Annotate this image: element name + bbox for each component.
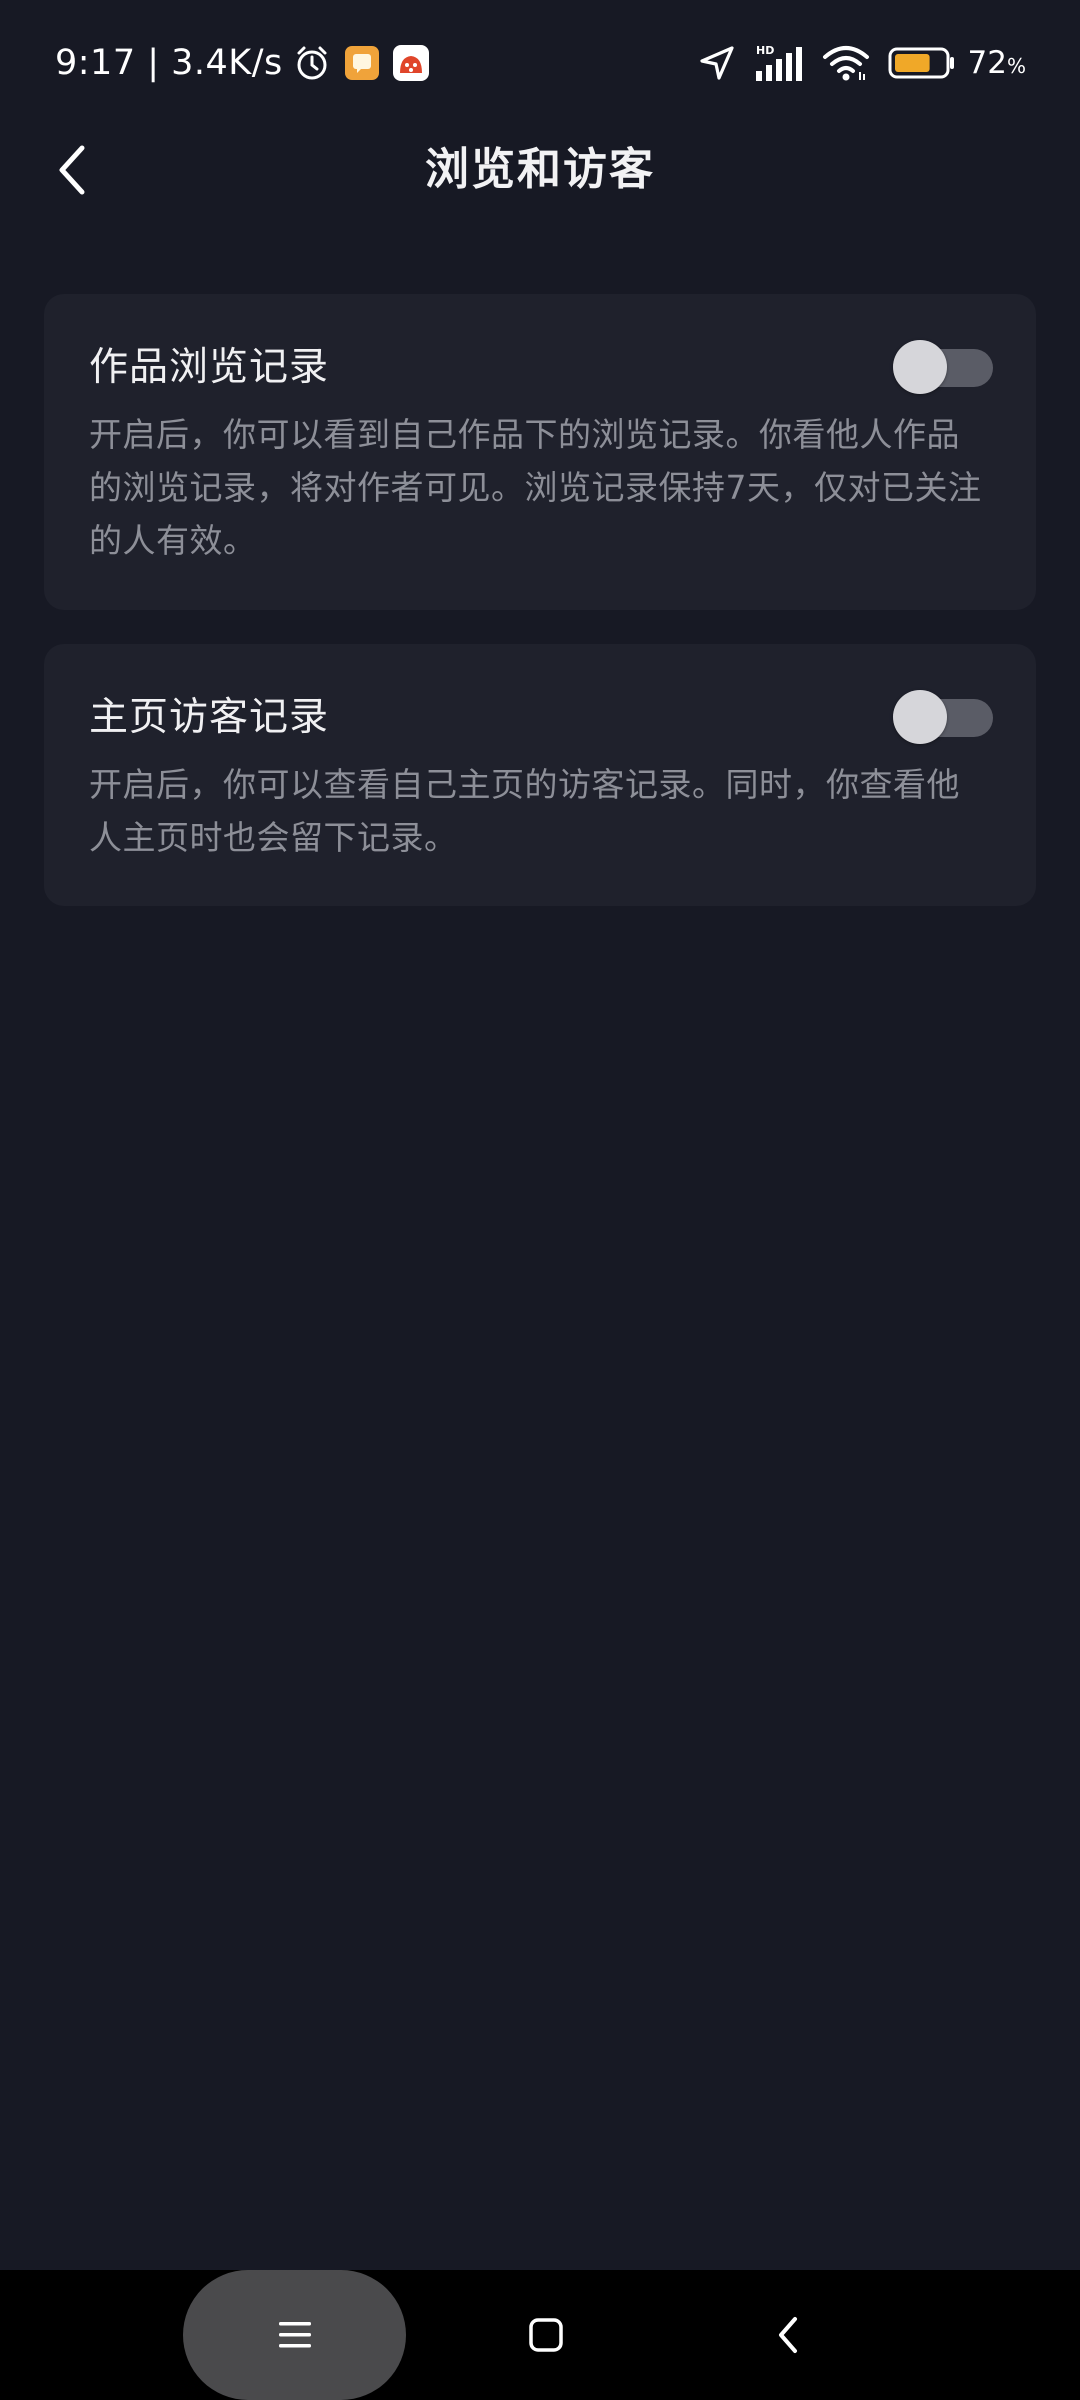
back-chevron-icon [779,2317,797,2353]
location-icon [698,44,736,82]
status-left: 9:17 | 3.4K/s [55,38,429,88]
system-back-button[interactable] [748,2295,828,2375]
header: 浏览和访客 [0,126,1080,214]
setting-card-work-view-records: 作品浏览记录 开启后，你可以看到自己作品下的浏览记录。你看他人作品的浏览记录，将… [44,294,1036,610]
setting-title: 作品浏览记录 [89,345,330,390]
battery-level-value: 72 [967,45,1007,81]
status-bar: 9:17 | 3.4K/s HD 72% [0,0,1080,126]
alarm-icon [293,44,331,82]
work-view-records-toggle[interactable] [893,340,993,394]
system-navigation-bar [0,2270,1080,2400]
app-notification-icon-2 [392,45,429,81]
hd-signal-icon: HD [754,43,804,83]
profile-visitor-records-toggle[interactable] [893,690,993,744]
battery-level-text: 72% [968,45,1026,81]
setting-description: 开启后，你可以看到自己作品下的浏览记录。你看他人作品的浏览记录，将对作者可见。浏… [89,415,982,560]
toggle-thumb [893,340,947,394]
status-right: HD 72% [680,38,1026,88]
setting-description: 开启后，你可以查看自己主页的访客记录。同时，你查看他人主页时也会留下记录。 [89,765,960,857]
app-notification-icon [344,46,379,80]
setting-card-profile-visitor-records: 主页访客记录 开启后，你可以查看自己主页的访客记录。同时，你查看他人主页时也会留… [44,644,1036,906]
wifi-icon [822,44,870,82]
screen: 9:17 | 3.4K/s HD 72% 浏览和访客 作品浏览记录 开启后，你可… [0,0,1080,2400]
recent-apps-button[interactable] [183,2270,406,2400]
menu-icon [278,2322,311,2348]
battery-unit: % [1006,54,1026,78]
home-button[interactable] [506,2295,586,2375]
page-title: 浏览和访客 [425,144,655,195]
toggle-thumb [893,690,947,744]
svg-text:HD: HD [756,44,774,57]
home-square-icon [529,2318,563,2352]
status-time-speed: 9:17 | 3.4K/s [55,43,283,83]
battery-icon [888,46,956,80]
setting-title: 主页访客记录 [89,695,330,740]
